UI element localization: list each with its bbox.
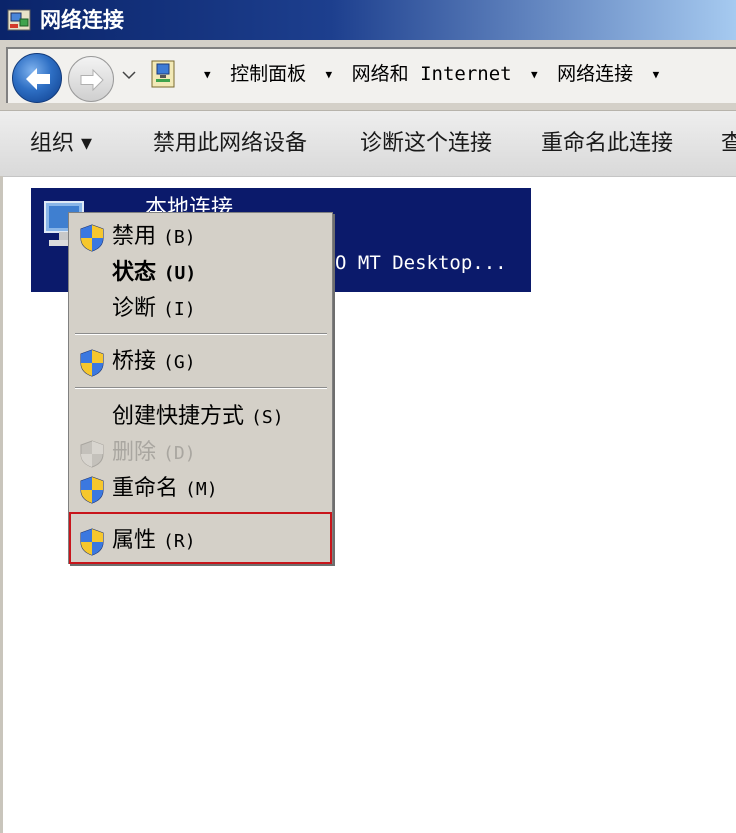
menu-separator xyxy=(75,387,327,389)
menu-item-disable[interactable]: 禁用 (B) xyxy=(69,220,332,254)
breadcrumb-separator-icon[interactable]: ▼ xyxy=(531,60,538,90)
back-arrow-icon xyxy=(26,68,50,90)
menu-item-rename[interactable]: 重命名 (M) xyxy=(69,472,332,506)
menu-item-label: 创建快捷方式 xyxy=(112,404,245,429)
uac-shield-icon xyxy=(80,440,104,468)
menu-item-label: 诊断 xyxy=(112,296,157,321)
breadcrumb-dropdown-icon[interactable]: ▼ xyxy=(204,60,211,90)
menu-item-label: 删除 xyxy=(112,440,157,465)
menu-item-bridge[interactable]: 桥接 (G) xyxy=(69,345,332,379)
breadcrumb-separator-icon[interactable]: ▼ xyxy=(326,60,333,90)
menu-item-accel: (G) xyxy=(163,352,196,373)
menu-item-properties[interactable]: 属性 (R) xyxy=(69,524,332,558)
menu-item-create-shortcut[interactable]: 创建快捷方式 (S) xyxy=(69,400,332,434)
menu-item-accel: (S) xyxy=(251,407,284,428)
menu-item-label: 禁用 xyxy=(112,224,157,249)
uac-shield-icon xyxy=(80,528,104,556)
menu-item-label: 属性 xyxy=(112,528,157,553)
menu-item-accel: (M) xyxy=(185,479,218,500)
menu-item-delete: 删除 (D) xyxy=(69,436,332,470)
uac-shield-icon xyxy=(80,224,104,252)
menu-item-label: 状态 xyxy=(112,260,157,285)
breadcrumb-item-network-internet[interactable]: 网络和 Internet xyxy=(352,59,512,89)
menu-item-accel: (R) xyxy=(163,531,196,552)
rename-connection-button[interactable]: 重命名此连接 xyxy=(541,129,673,159)
diagnose-connection-button[interactable]: 诊断这个连接 xyxy=(360,129,492,159)
forward-button[interactable] xyxy=(68,56,114,102)
breadcrumb-item-control-panel[interactable]: 控制面板 xyxy=(230,59,306,89)
menu-item-label: 桥接 xyxy=(112,349,157,374)
breadcrumb-separator-icon[interactable]: ▼ xyxy=(653,60,660,90)
menu-item-status[interactable]: 状态 (U) xyxy=(69,256,332,290)
command-bar: 组织 ▾ 禁用此网络设备 诊断这个连接 重命名此连接 查 xyxy=(0,111,736,177)
menu-item-accel: (D) xyxy=(163,443,196,464)
breadcrumb-item-network-connections[interactable]: 网络连接 xyxy=(557,59,633,89)
control-panel-icon xyxy=(151,60,175,88)
menu-separator xyxy=(75,333,327,335)
menu-item-accel: (U) xyxy=(163,263,197,284)
back-button[interactable] xyxy=(12,53,62,103)
organize-button[interactable]: 组织 ▾ xyxy=(30,129,92,159)
recent-pages-dropdown-icon[interactable] xyxy=(121,69,137,81)
title-bar: 网络连接 xyxy=(0,0,736,40)
window-left-border xyxy=(0,176,3,833)
menu-item-accel: (I) xyxy=(163,299,196,320)
network-connections-icon xyxy=(7,9,31,31)
menu-item-label: 重命名 xyxy=(112,476,179,501)
uac-shield-icon xyxy=(80,349,104,377)
menu-item-diagnose[interactable]: 诊断 (I) xyxy=(69,292,332,326)
menu-item-accel: (B) xyxy=(163,227,196,248)
connection-device: O MT Desktop... xyxy=(335,252,507,274)
uac-shield-icon xyxy=(80,476,104,504)
forward-arrow-icon xyxy=(80,68,104,92)
window-title: 网络连接 xyxy=(40,8,124,32)
disable-device-button[interactable]: 禁用此网络设备 xyxy=(153,129,307,159)
view-status-button[interactable]: 查 xyxy=(721,129,736,159)
context-menu: 禁用 (B) 状态 (U) 诊断 (I) 桥接 (G) 创建快捷方式 (S) 删… xyxy=(68,212,333,564)
breadcrumb: ▼ 控制面板 ▼ 网络和 Internet ▼ 网络连接 ▼ xyxy=(196,59,667,89)
